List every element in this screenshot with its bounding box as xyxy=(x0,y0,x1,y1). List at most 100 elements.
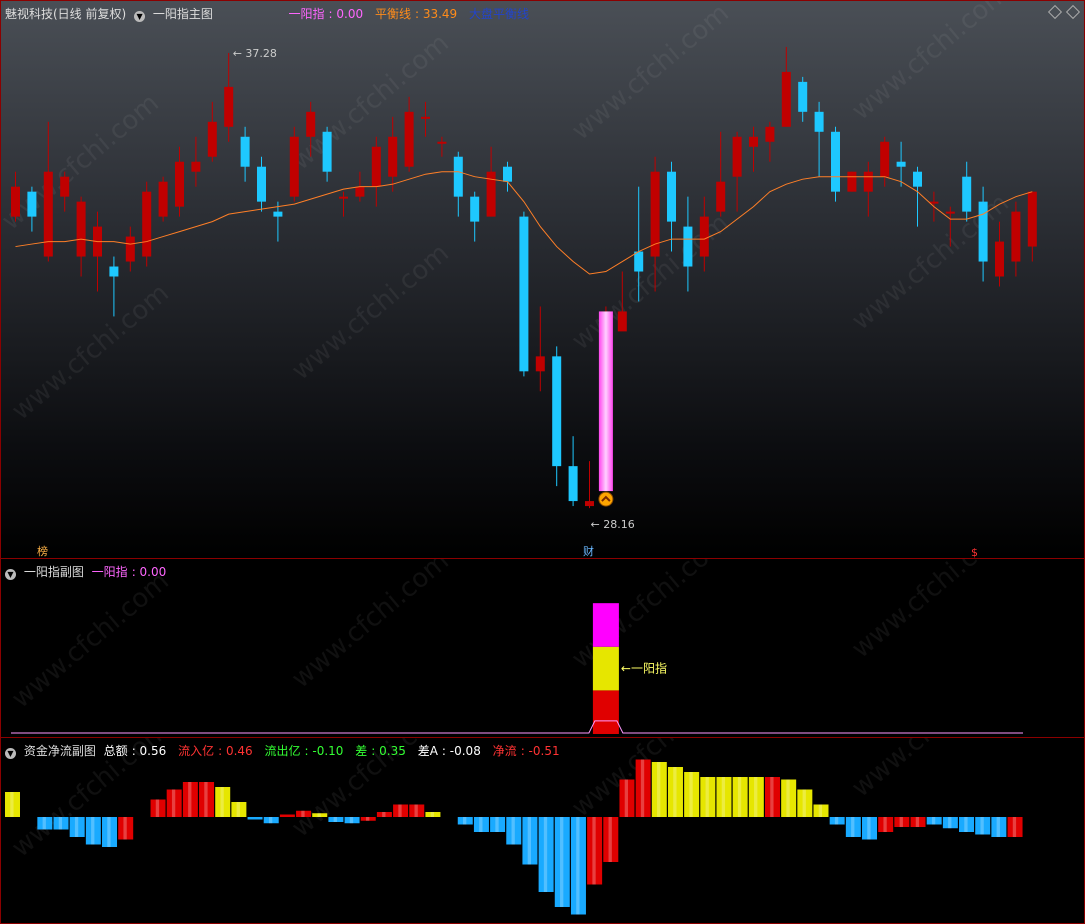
candle xyxy=(880,136,890,187)
fund-flow-bar xyxy=(926,817,942,825)
candle-body xyxy=(617,311,627,332)
main-indicator-name[interactable]: 一阳指主图 xyxy=(153,7,213,21)
candle xyxy=(240,126,250,182)
watermark-text: www.cfchi.com xyxy=(846,559,1015,664)
fund-flow-bar-highlight xyxy=(107,817,111,847)
fund-flow-bar-highlight xyxy=(915,817,920,827)
candle-body xyxy=(913,171,922,187)
candle xyxy=(486,146,496,217)
fund-flow-bar-highlight xyxy=(414,804,418,817)
candle xyxy=(388,116,398,192)
candle-body xyxy=(978,201,988,262)
fund-flow-bar xyxy=(215,787,231,817)
fund-flow-bar xyxy=(69,817,85,837)
candle-body xyxy=(831,131,840,192)
candle xyxy=(995,221,1004,287)
candle xyxy=(863,161,873,217)
yiyangzhi-bar-chart[interactable]: www.cfchi.com www.cfchi.com www.cfchi.com w… xyxy=(1,559,1084,737)
fund-flow-bar-highlight xyxy=(948,817,952,829)
fund-flow-bar-highlight xyxy=(188,782,192,817)
fund-flow-bar-body xyxy=(279,814,295,817)
fund-flow-bar xyxy=(360,817,376,821)
legend-outflow: 流出亿: -0.10 xyxy=(264,744,344,758)
fund-flow-bar xyxy=(150,799,166,817)
sub-chart-yiyangzhi[interactable]: www.cfchi.com www.cfchi.com www.cfchi.com w… xyxy=(0,558,1085,738)
fund-flow-bar-highlight xyxy=(58,817,63,830)
candle-body xyxy=(207,121,217,157)
candle xyxy=(732,131,742,212)
sub1-indicator-name[interactable]: 一阳指副图 xyxy=(24,565,84,579)
candle xyxy=(404,96,414,172)
fund-flow-bar-highlight xyxy=(382,812,386,817)
candle xyxy=(716,131,726,217)
candle xyxy=(1027,191,1037,262)
candle-body xyxy=(732,136,742,177)
fund-flow-bar xyxy=(991,817,1007,837)
candle xyxy=(1011,201,1021,277)
candle-body xyxy=(798,81,808,112)
main-chart-panel[interactable]: www.cfchi.com www.cfchi.com www.cfchi.com w… xyxy=(0,0,1085,559)
watermark-text: www.cfchi.com xyxy=(6,566,175,714)
fund-flow-bar xyxy=(457,817,473,825)
candle-body xyxy=(896,161,906,167)
candle xyxy=(11,171,20,222)
watermark-text: www.cfchi.com xyxy=(846,738,1015,803)
yiyangzhi-segment xyxy=(592,603,619,647)
chevron-down-icon[interactable]: ▼ xyxy=(134,11,146,22)
candle xyxy=(781,46,791,127)
fund-flow-bar xyxy=(37,817,53,830)
legend-inflow: 流入亿: 0.46 xyxy=(178,744,253,758)
fund-flow-bar xyxy=(635,759,651,817)
watermark-text: www.cfchi.com xyxy=(286,559,455,694)
candle xyxy=(421,101,430,137)
candle-body xyxy=(585,501,594,507)
sub-chart-fund-flow[interactable]: www.cfchi.comwww.cfchi.comwww.cfchi.comw… xyxy=(0,737,1085,924)
fund-flow-bar xyxy=(118,817,134,840)
fund-flow-bar-highlight xyxy=(42,817,46,830)
candle-body xyxy=(470,196,480,222)
fund-flow-bar-highlight xyxy=(479,817,483,832)
candle xyxy=(913,166,922,227)
sub2-indicator-name[interactable]: 资金净流副图 xyxy=(24,744,96,758)
fund-flow-bar-chart[interactable]: www.cfchi.comwww.cfchi.comwww.cfchi.comw… xyxy=(1,738,1084,923)
fund-flow-bar-highlight xyxy=(543,817,548,892)
fund-flow-bar xyxy=(522,817,538,865)
fund-flow-bar-highlight xyxy=(398,804,402,817)
fund-flow-bar xyxy=(393,804,409,817)
legend-yiyangzhi: 一阳指: 0.00 xyxy=(288,7,364,21)
candle-body xyxy=(240,136,250,167)
candle xyxy=(831,126,840,202)
dollar-marker: $ xyxy=(971,546,978,558)
fund-flow-bar xyxy=(344,817,360,824)
candle-body xyxy=(257,166,266,202)
fund-flow-bar-highlight xyxy=(657,762,661,817)
fund-flow-bar-highlight xyxy=(527,817,531,865)
fund-flow-bar-highlight xyxy=(155,799,160,817)
fund-flow-bar-highlight xyxy=(1012,817,1017,837)
candle-body xyxy=(224,86,234,127)
candle xyxy=(847,171,857,192)
chevron-down-icon[interactable]: ▼ xyxy=(5,569,16,580)
candle-body xyxy=(1027,191,1037,247)
legend-netflow: 净流: -0.51 xyxy=(492,744,560,758)
candle xyxy=(191,136,201,187)
candle xyxy=(765,121,775,162)
fund-flow-bar xyxy=(845,817,861,837)
yiyangzhi-segment xyxy=(592,690,619,734)
candlestick-chart[interactable]: www.cfchi.com www.cfchi.com www.cfchi.com w… xyxy=(1,1,1084,558)
candle-body xyxy=(552,356,562,467)
fund-flow-bar-highlight xyxy=(770,777,774,817)
fund-flow-bar xyxy=(684,772,700,817)
watermark-text: www.cfchi.com xyxy=(6,278,175,426)
candle xyxy=(175,146,184,217)
candle-body xyxy=(355,186,365,197)
fund-flow-bar xyxy=(748,777,764,817)
candle-body xyxy=(962,176,972,212)
fund-flow-bar-highlight xyxy=(737,777,742,817)
legend-total: 总额: 0.56 xyxy=(103,744,167,758)
fund-flow-bar xyxy=(5,792,20,817)
candle-body xyxy=(814,111,824,132)
watermark-text: www.cfchi.com xyxy=(846,1,1015,126)
chevron-down-icon[interactable]: ▼ xyxy=(5,748,16,759)
candle xyxy=(43,121,53,262)
